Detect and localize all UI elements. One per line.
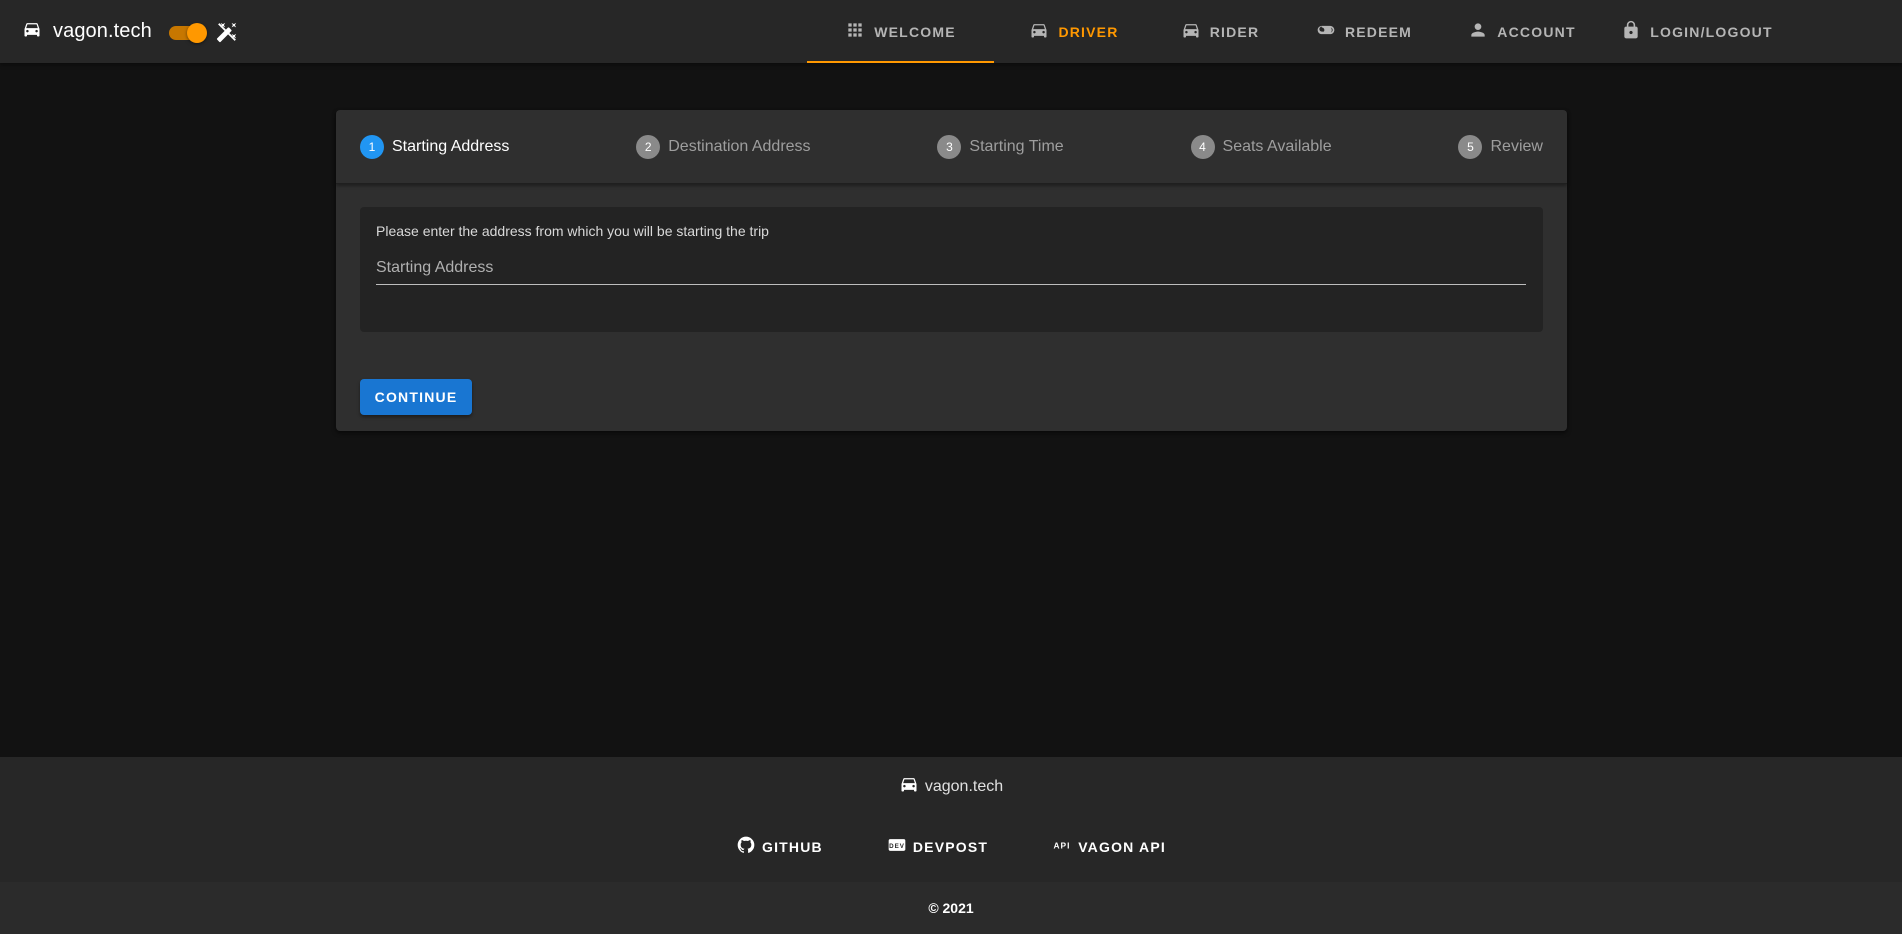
copyright-text: © 2021 (928, 900, 974, 916)
step-label: Starting Time (969, 137, 1064, 155)
github-label: GITHUB (762, 838, 823, 855)
footer-brand-name: vagon.tech (924, 777, 1004, 795)
step-number: 2 (636, 134, 661, 159)
car-icon (1029, 20, 1058, 43)
tab-redeem-label: REDEEM (1344, 23, 1413, 40)
step-seats-available[interactable]: 4 Seats Available (1190, 134, 1332, 159)
vagon-api-link[interactable]: API VAGON API (1052, 835, 1166, 858)
app-bar: vagon.tech WELCOME DRIVER RIDER REDEEM A… (0, 0, 1902, 63)
footer: vagon.tech GITHUB DEV DEVPOST API VAGON … (0, 757, 1902, 882)
tab-redeem[interactable]: REDEEM (1286, 0, 1442, 63)
svg-text:DEV: DEV (889, 843, 905, 850)
magic-wand-off-icon[interactable] (215, 20, 239, 44)
step-number: 4 (1190, 134, 1215, 159)
brand[interactable]: vagon.tech (22, 19, 152, 44)
step-content: Please enter the address from which you … (360, 207, 1543, 332)
devpost-label: DEVPOST (912, 838, 989, 855)
tab-welcome[interactable]: WELCOME (807, 0, 994, 63)
starting-address-field (376, 253, 1526, 285)
step-number: 3 (937, 134, 962, 159)
step-label: Destination Address (668, 137, 811, 155)
continue-button[interactable]: CONTINUE (360, 379, 472, 415)
tab-driver[interactable]: DRIVER (994, 0, 1154, 63)
tab-rider-label: RIDER (1209, 23, 1260, 40)
api-icon: API (1052, 835, 1078, 858)
step-destination-address[interactable]: 2 Destination Address (636, 134, 811, 159)
brand-name: vagon.tech (53, 20, 152, 42)
tab-account-label: ACCOUNT (1497, 23, 1576, 40)
github-icon (736, 835, 762, 858)
step-starting-address[interactable]: 1 Starting Address (360, 134, 510, 159)
vagon-api-label: VAGON API (1078, 838, 1166, 855)
footer-brand: vagon.tech (0, 774, 1902, 799)
tab-welcome-label: WELCOME (874, 23, 956, 40)
tab-rider[interactable]: RIDER (1154, 0, 1286, 63)
grid-icon (845, 20, 874, 43)
car-icon (899, 774, 925, 799)
step-label: Starting Address (392, 137, 510, 155)
starting-address-input[interactable] (376, 253, 1526, 283)
tab-driver-label: DRIVER (1058, 23, 1119, 40)
car-icon (1181, 20, 1210, 43)
github-link[interactable]: GITHUB (736, 835, 823, 858)
person-icon (1468, 20, 1497, 43)
main-nav: WELCOME DRIVER RIDER REDEEM ACCOUNT LOGI… (807, 0, 1792, 63)
devpost-link[interactable]: DEV DEVPOST (887, 835, 988, 858)
devpost-icon: DEV (887, 835, 913, 858)
tab-account[interactable]: ACCOUNT (1442, 0, 1602, 63)
car-icon (22, 19, 42, 44)
svg-text:API: API (1054, 840, 1071, 850)
theme-toggle[interactable] (168, 22, 207, 43)
step-number: 1 (360, 134, 384, 159)
trip-stepper: 1 Starting Address 2 Destination Address… (336, 110, 1567, 431)
step-number: 5 (1458, 134, 1483, 159)
toggle-knob (186, 22, 207, 43)
step-starting-time[interactable]: 3 Starting Time (937, 134, 1064, 159)
step-label: Seats Available (1222, 137, 1332, 155)
lock-icon (1621, 20, 1650, 43)
tab-login-label: LOGIN/LOGOUT (1650, 23, 1773, 40)
toggle-icon (1316, 20, 1345, 43)
stepper-header: 1 Starting Address 2 Destination Address… (336, 110, 1567, 184)
tab-login-logout[interactable]: LOGIN/LOGOUT (1602, 0, 1792, 63)
step-label: Review (1490, 137, 1543, 155)
step-review[interactable]: 5 Review (1458, 134, 1543, 159)
step-instruction: Please enter the address from which you … (376, 223, 769, 239)
footer-links: GITHUB DEV DEVPOST API VAGON API (0, 835, 1902, 858)
copyright-bar: © 2021 (0, 882, 1902, 934)
